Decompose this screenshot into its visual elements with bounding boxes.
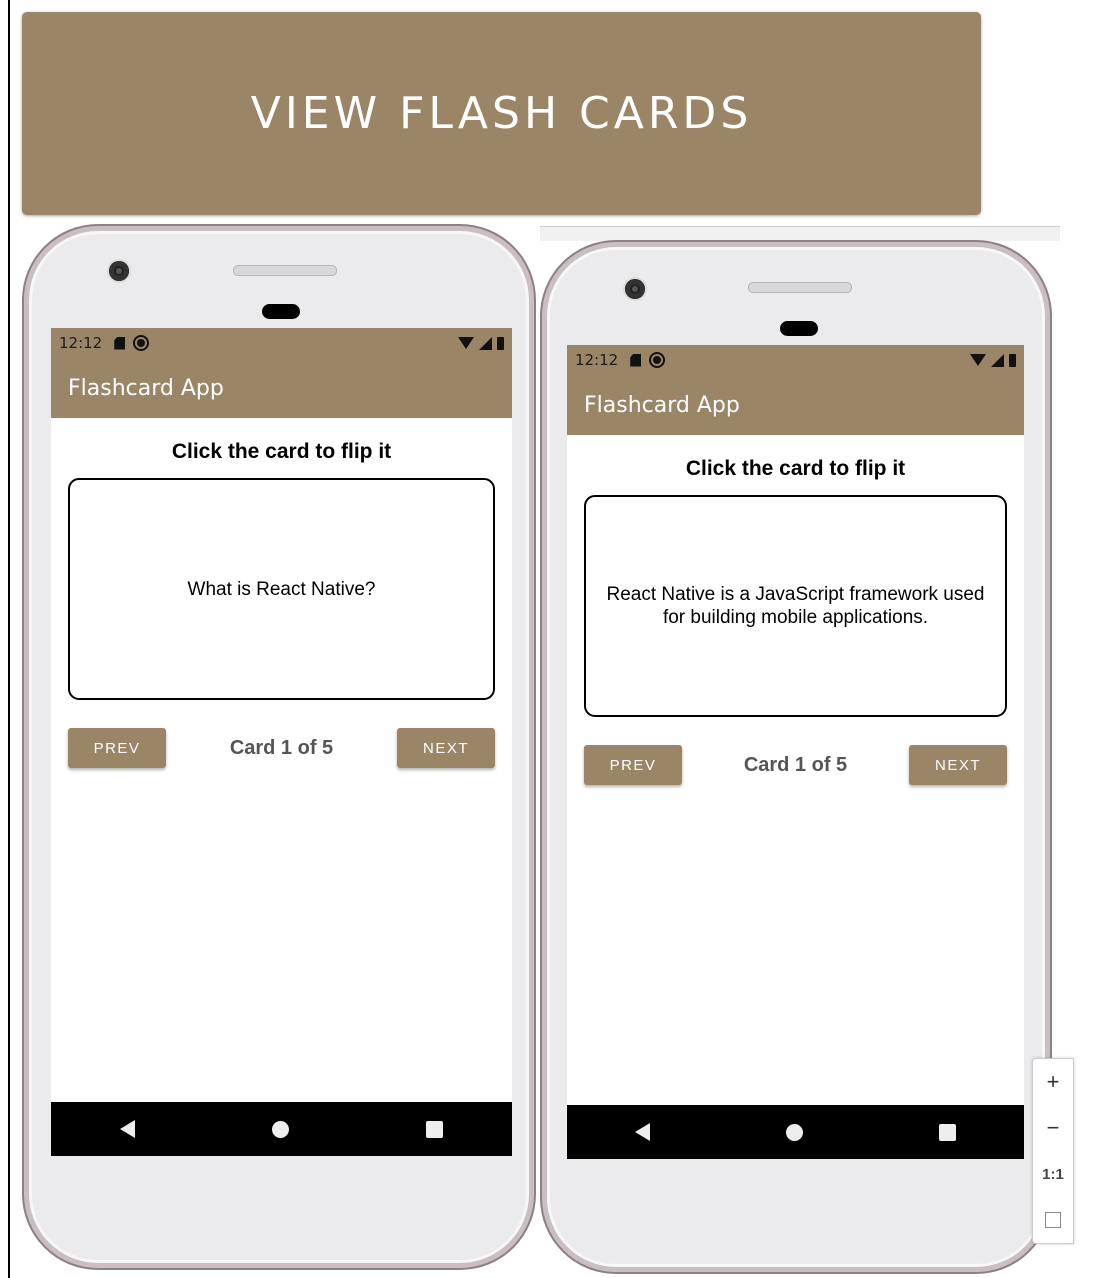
flip-instruction: Click the card to flip it <box>685 457 906 480</box>
app-title: Flashcard App <box>68 375 224 401</box>
app-bar: Flashcard App <box>51 358 512 418</box>
phone-screen: 12:12 Flashcard App Click the card to fl… <box>51 328 512 1156</box>
zoom-controls: + − 1:1 <box>1032 1058 1074 1244</box>
front-camera-icon <box>109 261 129 281</box>
recents-icon[interactable] <box>939 1123 956 1141</box>
wifi-icon <box>458 337 474 349</box>
view-flash-cards-banner[interactable]: VIEW FLASH CARDS <box>22 12 981 215</box>
back-icon[interactable] <box>635 1123 650 1141</box>
flashcard-text: React Native is a JavaScript framework u… <box>606 584 985 628</box>
fit-screen-icon <box>1045 1212 1061 1228</box>
front-camera-icon <box>625 279 645 299</box>
battery-icon <box>497 336 504 350</box>
home-icon[interactable] <box>786 1123 803 1141</box>
page-divider-line <box>8 0 10 1278</box>
home-icon[interactable] <box>271 1120 289 1138</box>
fit-screen-button[interactable] <box>1033 1197 1073 1243</box>
banner-title: VIEW FLASH CARDS <box>250 88 753 139</box>
proximity-sensor <box>780 321 818 336</box>
flip-instruction: Click the card to flip it <box>171 440 392 463</box>
flashcard[interactable]: What is React Native? <box>68 478 495 700</box>
status-bar: 12:12 <box>567 345 1024 375</box>
flashcard-content: Click the card to flip it React Native i… <box>567 435 1024 1105</box>
card-navigation: PREV Card 1 of 5 NEXT <box>68 728 495 770</box>
sd-card-icon <box>630 353 642 367</box>
wifi-icon <box>970 354 986 366</box>
signal-icon <box>479 336 492 350</box>
proximity-sensor <box>262 304 300 319</box>
sd-card-icon <box>114 336 126 350</box>
flashcard-content: Click the card to flip it What is React … <box>51 418 512 1102</box>
android-nav-bar <box>51 1102 512 1156</box>
phone-emulator-question: 12:12 Flashcard App Click the card to fl… <box>24 226 534 1268</box>
flashcard-text: What is React Native? <box>187 578 376 600</box>
do-not-disturb-icon <box>649 352 666 368</box>
phone-emulator-answer: 12:12 Flashcard App Click the card to fl… <box>542 242 1050 1272</box>
earpiece-speaker <box>748 282 852 293</box>
battery-icon <box>1009 353 1016 367</box>
zoom-out-button[interactable]: − <box>1033 1105 1073 1151</box>
next-button[interactable]: NEXT <box>397 728 495 768</box>
android-nav-bar <box>567 1105 1024 1159</box>
emulator-frame-edge <box>540 226 1060 241</box>
next-button[interactable]: NEXT <box>909 745 1007 785</box>
flashcard[interactable]: React Native is a JavaScript framework u… <box>584 495 1007 717</box>
card-navigation: PREV Card 1 of 5 NEXT <box>584 745 1007 787</box>
status-bar: 12:12 <box>51 328 512 358</box>
status-time: 12:12 <box>575 351 619 369</box>
earpiece-speaker <box>233 265 337 276</box>
phone-screen: 12:12 Flashcard App Click the card to fl… <box>567 345 1024 1159</box>
app-title: Flashcard App <box>584 392 740 418</box>
app-bar: Flashcard App <box>567 375 1024 435</box>
signal-icon <box>991 353 1004 367</box>
zoom-in-button[interactable]: + <box>1033 1059 1073 1105</box>
do-not-disturb-icon <box>133 335 150 351</box>
recents-icon[interactable] <box>426 1120 444 1138</box>
actual-size-button[interactable]: 1:1 <box>1033 1151 1073 1197</box>
back-icon[interactable] <box>119 1120 135 1138</box>
status-time: 12:12 <box>59 334 103 352</box>
